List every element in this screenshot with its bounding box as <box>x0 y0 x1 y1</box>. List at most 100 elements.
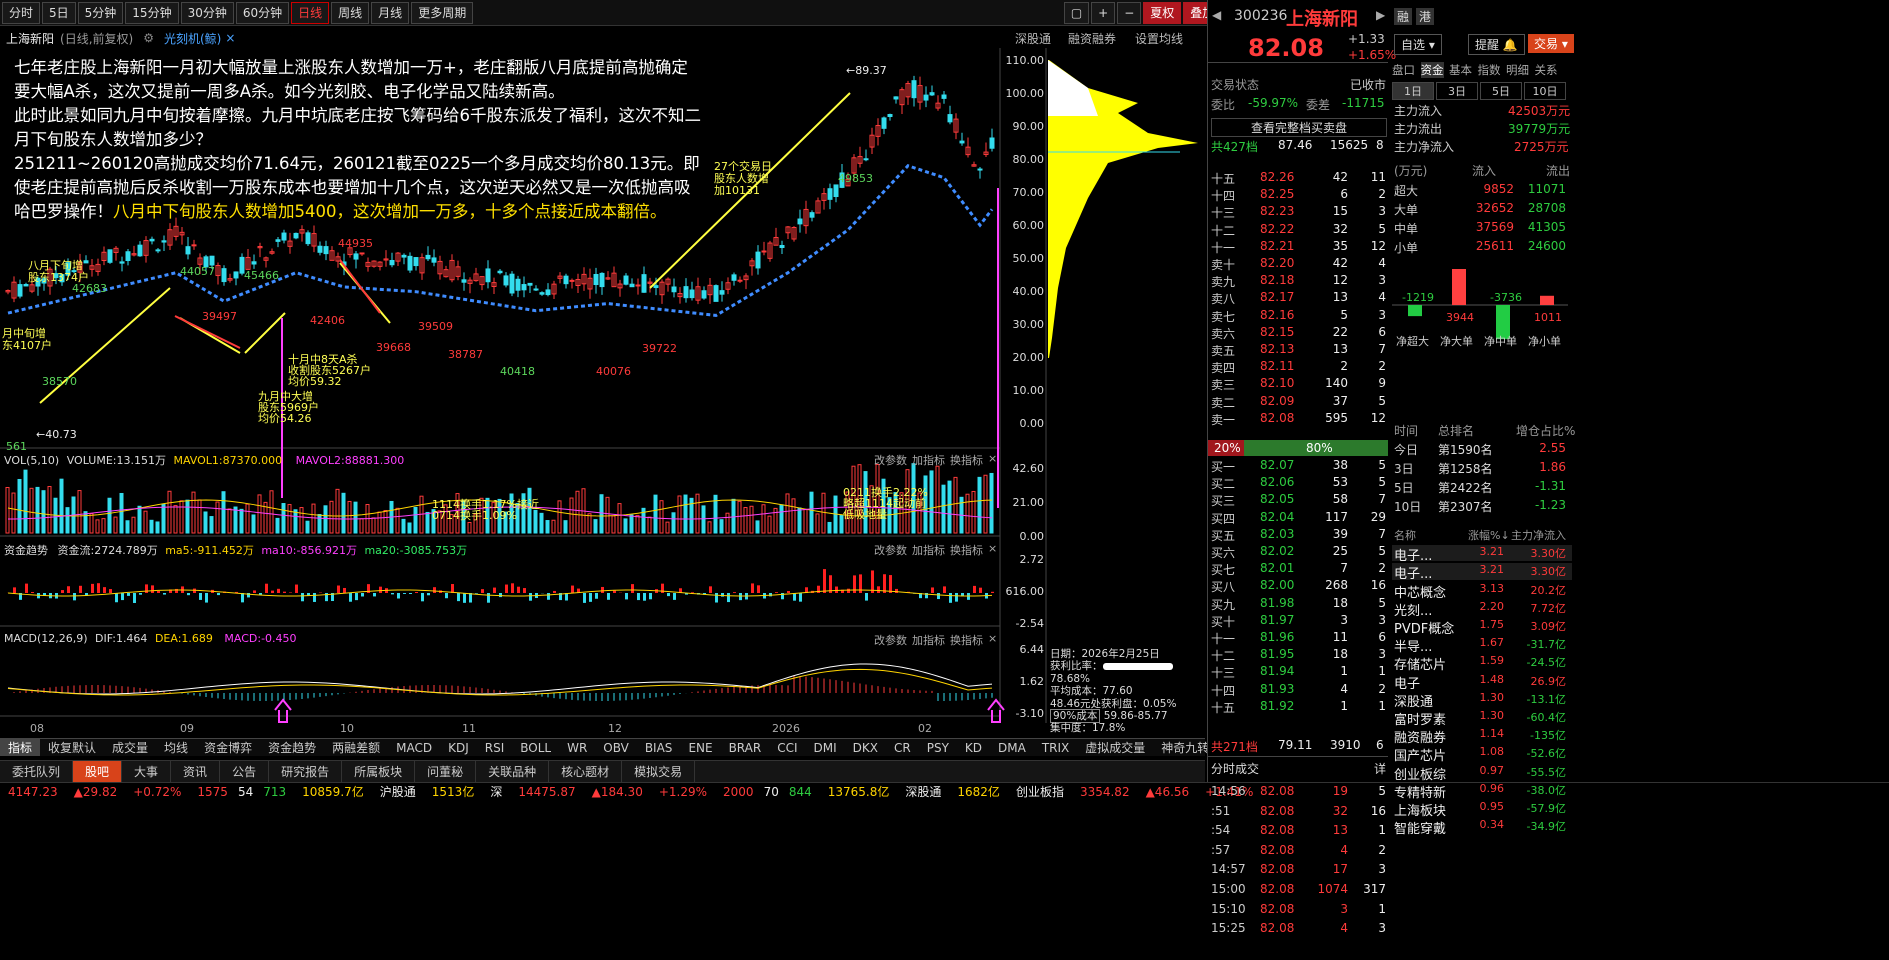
close-icon[interactable]: × <box>988 452 997 465</box>
bottom-nav-tab[interactable]: 委托队列 <box>0 760 74 783</box>
indicator-action-button[interactable]: 加指标 <box>912 542 945 558</box>
bottom-nav-tab[interactable]: 模拟交易 <box>622 760 696 783</box>
order-book-row[interactable]: 十一 81.96 11 6 <box>1208 630 1388 646</box>
order-book-row[interactable]: 卖十 82.20 42 4 <box>1208 256 1388 272</box>
indicator-tab[interactable]: BOLL <box>512 741 559 755</box>
detail-tab[interactable]: 关系 <box>1535 62 1558 78</box>
bottom-nav-tab[interactable]: 资讯 <box>171 760 221 783</box>
indicator-tab[interactable]: WR <box>559 741 595 755</box>
restore-rights-button[interactable]: 夏权 <box>1143 1 1182 24</box>
indicator-tab[interactable]: BIAS <box>637 741 681 755</box>
period-intraday[interactable]: 分时 <box>2 1 41 24</box>
indicator-action-button[interactable]: 换指标 <box>950 542 983 558</box>
indicator-tab[interactable]: TRIX <box>1034 741 1077 755</box>
sector-row[interactable]: 智能穿戴 0.34 -34.9亿 <box>1392 818 1572 837</box>
margin-badge[interactable]: 融 <box>1394 8 1413 25</box>
indicator-action-button[interactable]: 改参数 <box>874 632 907 648</box>
close-icon[interactable]: × <box>988 542 997 555</box>
link-sgt[interactable]: 深股通 <box>1015 30 1051 47</box>
order-book-row[interactable]: 十五 82.26 42 11 <box>1208 170 1388 186</box>
sector-row[interactable]: 深股通 1.30 -13.1亿 <box>1392 691 1572 710</box>
order-book-row[interactable]: 十二 81.95 18 3 <box>1208 647 1388 663</box>
order-book-row[interactable]: 买八 82.00 268 16 <box>1208 578 1388 594</box>
order-book-row[interactable]: 卖五 82.13 13 7 <box>1208 342 1388 358</box>
period-week[interactable]: 周线 <box>331 1 370 24</box>
period-more[interactable]: 更多周期 <box>411 1 474 24</box>
period-30min[interactable]: 30分钟 <box>180 1 234 24</box>
sector-row[interactable]: 电子... 3.21 3.30亿 <box>1392 545 1572 564</box>
hgt-label[interactable]: 沪股通 <box>372 783 424 800</box>
period-60min[interactable]: 60分钟 <box>235 1 290 24</box>
indicator-tab[interactable]: CCI <box>769 741 805 755</box>
detail-tab[interactable]: 盘口 <box>1392 62 1415 78</box>
indicator-action-button[interactable]: 换指标 <box>950 632 983 648</box>
order-book-row[interactable]: 买三 82.05 58 7 <box>1208 492 1388 508</box>
hk-badge[interactable]: 港 <box>1416 8 1435 25</box>
order-book-row[interactable]: 十三 81.94 1 1 <box>1208 664 1388 680</box>
order-book-row[interactable]: 买五 82.03 39 7 <box>1208 527 1388 543</box>
order-book-row[interactable]: 十二 82.22 32 5 <box>1208 222 1388 238</box>
indicator-tab[interactable]: BRAR <box>721 741 770 755</box>
bottom-nav-tab[interactable]: 关联品种 <box>476 760 550 783</box>
indicator-tab[interactable]: PSY <box>919 741 957 755</box>
bottom-nav-tab[interactable]: 公告 <box>220 760 270 783</box>
trade-button[interactable]: 交易 ▾ <box>1528 34 1574 53</box>
order-book-row[interactable]: 十一 82.21 35 12 <box>1208 239 1388 255</box>
minus-icon[interactable]: − <box>1117 1 1142 24</box>
flow-period-tab[interactable]: 5日 <box>1480 82 1522 100</box>
indicator-tab[interactable]: DMI <box>806 741 845 755</box>
order-book-row[interactable]: 卖六 82.15 22 6 <box>1208 325 1388 341</box>
indicator-tab[interactable]: RSI <box>477 741 513 755</box>
sector-row[interactable]: 上海板块 0.95 -57.9亿 <box>1392 800 1572 819</box>
detail-tab[interactable]: 基本 <box>1449 62 1472 78</box>
indicator-tab[interactable]: ENE <box>680 741 720 755</box>
period-month[interactable]: 月线 <box>371 1 410 24</box>
indicator-tab[interactable]: 收复默认 <box>40 739 104 756</box>
indicator-action-button[interactable]: 改参数 <box>874 452 907 468</box>
order-book-row[interactable]: 卖一 82.08 595 12 <box>1208 411 1388 427</box>
sector-row[interactable]: 电子... 3.21 3.30亿 <box>1392 563 1572 582</box>
period-day[interactable]: 日线 <box>291 1 330 24</box>
indicator-tab[interactable]: DKX <box>845 741 886 755</box>
indicator-tab[interactable]: MACD <box>388 741 440 755</box>
indicator-tab[interactable]: OBV <box>595 741 637 755</box>
sector-row[interactable]: 国产芯片 1.08 -52.6亿 <box>1392 745 1572 764</box>
indicator-tab[interactable]: KD <box>957 741 990 755</box>
full-book-button[interactable]: 查看完整档买卖盘 <box>1211 118 1387 137</box>
period-5min[interactable]: 5分钟 <box>77 1 124 24</box>
sector-row[interactable]: 光刻... 2.20 7.72亿 <box>1392 600 1572 619</box>
indicator-tab[interactable]: 资金博弈 <box>196 739 260 756</box>
indicator-tab[interactable]: 两融差额 <box>324 739 388 756</box>
indicator-tab[interactable]: 资金趋势 <box>260 739 324 756</box>
gear-icon[interactable]: ⚙ <box>143 31 154 45</box>
order-book-row[interactable]: 买十 81.97 3 3 <box>1208 613 1388 629</box>
flow-period-tab[interactable]: 3日 <box>1436 82 1478 100</box>
sector-row[interactable]: 富时罗素 1.30 -60.4亿 <box>1392 709 1572 728</box>
order-book-row[interactable]: 买二 82.06 53 5 <box>1208 475 1388 491</box>
sector-row[interactable]: PVDF概念 1.75 3.09亿 <box>1392 618 1572 637</box>
bottom-nav-tab[interactable]: 研究报告 <box>269 760 343 783</box>
close-icon[interactable]: × <box>225 31 235 45</box>
ticks-detail-button[interactable]: 详 <box>1374 760 1386 777</box>
indicator-tab[interactable]: CR <box>886 741 919 755</box>
indicator-tab[interactable]: DMA <box>990 741 1034 755</box>
order-book-row[interactable]: 买四 82.04 117 29 <box>1208 510 1388 526</box>
period-15min[interactable]: 15分钟 <box>125 1 179 24</box>
link-ma-settings[interactable]: 设置均线 <box>1135 30 1183 47</box>
order-book-row[interactable]: 卖七 82.16 5 3 <box>1208 308 1388 324</box>
bottom-nav-tab[interactable]: 核心题材 <box>549 760 623 783</box>
sector-row[interactable]: 融资融券 1.14 -135亿 <box>1392 727 1572 746</box>
sector-row[interactable]: 专精特新 0.96 -38.0亿 <box>1392 782 1572 801</box>
indicator-tab[interactable]: 均线 <box>156 739 196 756</box>
order-book-row[interactable]: 卖八 82.17 13 4 <box>1208 290 1388 306</box>
indicator-tab[interactable]: 指标 <box>0 739 41 756</box>
order-book-row[interactable]: 卖二 82.09 37 5 <box>1208 394 1388 410</box>
sector-row[interactable]: 创业板综 0.97 -55.5亿 <box>1392 764 1572 783</box>
detail-tab[interactable]: 指数 <box>1478 62 1501 78</box>
sector-row[interactable]: 半导... 1.67 -31.7亿 <box>1392 636 1572 655</box>
window-icon[interactable]: ▢ <box>1063 1 1090 24</box>
flow-period-tab[interactable]: 1日 <box>1392 82 1434 100</box>
chip-range-select[interactable]: 90%成本 <box>1050 709 1101 724</box>
indicator-action-button[interactable]: 加指标 <box>912 452 945 468</box>
order-book-row[interactable]: 卖四 82.11 2 2 <box>1208 359 1388 375</box>
